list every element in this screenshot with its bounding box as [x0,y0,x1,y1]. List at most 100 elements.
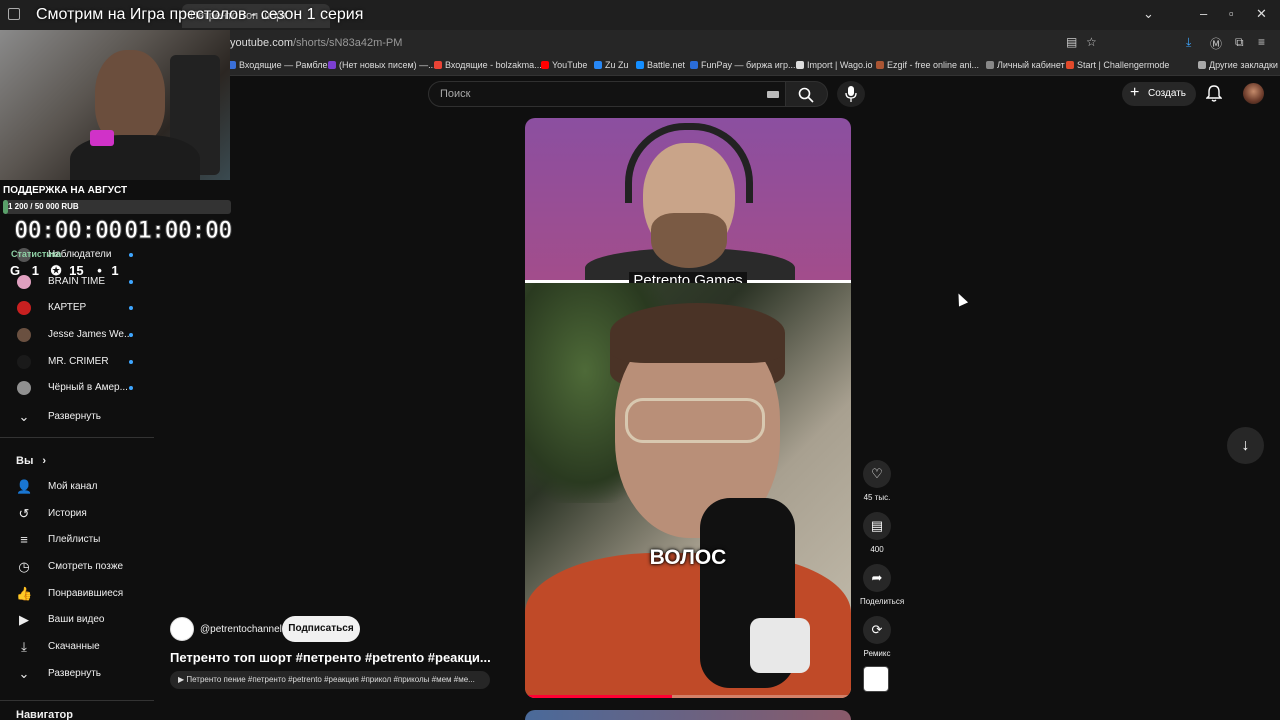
video-title[interactable]: Петренто топ шорт #петренто #petrento #р… [170,650,490,665]
bookmark-item[interactable]: YouTube [541,60,587,70]
search-icon [798,87,814,103]
channel-avatar-icon [17,355,31,369]
share-label: Поделиться [860,597,905,606]
next-video-button[interactable]: ↓ [1227,427,1264,464]
sidebar-expand-button-2[interactable]: ⌄ Развернуть [0,661,154,687]
stats-kill-icon: ✪ [50,263,62,278]
remix-action[interactable]: ⟳ Ремикс [860,616,894,658]
search-button[interactable] [786,81,828,107]
bookmark-item[interactable]: Входящие - bolzakma... [434,60,542,70]
bookmark-item[interactable]: Import | Wago.io [796,60,873,70]
sidebar-subscription-item[interactable]: Чёрный в Амер... [0,375,154,401]
chevron-down-icon: ⌄ [18,409,30,424]
download-icon[interactable]: ⤓ [1186,35,1191,50]
mouse-cursor-icon [953,291,969,307]
stats-row: G 1 ✪ 15 • 1 [10,263,119,279]
bookmark-favicon-icon [594,61,602,69]
notifications-button[interactable] [1205,85,1223,108]
menu-icon[interactable]: ≡ [1258,35,1265,49]
sidebar-item-label: Развернуть [48,411,102,422]
bookmark-item[interactable]: Ezgif - free online ani... [876,60,979,70]
reader-mode-icon[interactable]: ▤ [1066,35,1077,49]
channel-avatar[interactable] [170,617,194,641]
bookmark-item[interactable]: Start | Challengermode [1066,60,1169,70]
tab-list-icon[interactable] [8,8,20,20]
close-icon[interactable]: ✕ [1256,6,1267,22]
sidebar-subscription-item[interactable]: Jesse James We... [0,322,154,348]
bookmark-item[interactable]: Battle.net [636,60,685,70]
like-action[interactable]: ♡ 45 тыс. [860,460,894,502]
bookmark-label: (Нет новых писем) —... [339,60,436,70]
bookmark-item[interactable]: Zu Zu [594,60,629,70]
bookmark-item[interactable]: Другие закладки [1198,60,1278,70]
bookmark-star-icon[interactable]: ☆ [1086,35,1097,49]
search-box[interactable]: Поиск [428,81,786,107]
url-path: /shorts/sN83a42m-PM [292,37,403,49]
liked-icon: 👍 [16,586,33,601]
bookmark-label: Ezgif - free online ani... [887,60,980,70]
comment-action[interactable]: ▤ 400 [860,512,894,554]
bookmark-item[interactable]: FunPay — биржа игр... [690,60,796,70]
sound-thumbnail[interactable] [863,666,889,692]
bookmark-item[interactable]: (Нет новых писем) —... [328,60,436,70]
history-icon: ↺ [18,506,30,521]
sidebar-item[interactable]: ⤓ Скачанные [0,634,154,660]
sidebar-item[interactable]: ◷ Смотреть позже [0,554,154,580]
bookmark-item[interactable]: Входящие — Рамбле... [228,60,335,70]
minimize-icon[interactable]: – [1200,6,1207,21]
sidebar-item-label: История [48,508,87,519]
create-button[interactable]: + Создать [1122,82,1196,106]
search-placeholder: Поиск [440,88,471,100]
next-short-preview[interactable] [525,710,851,720]
url-field[interactable]: youtube.com/shorts/sN83a42m-PM [230,37,402,49]
share-action[interactable]: ➦ Поделиться [860,564,905,606]
plus-icon: + [1130,84,1140,101]
sidebar-subscription-item[interactable]: КАРТЕР [0,295,154,321]
bell-icon [1205,85,1223,102]
tab-search-icon[interactable]: ⌄ [1143,6,1154,22]
comment-icon[interactable]: ▤ [863,512,891,540]
maximize-icon[interactable]: ▫ [1229,6,1234,21]
stats-g: G [10,263,21,278]
bookmark-favicon-icon [690,61,698,69]
bookmark-favicon-icon [986,61,994,69]
sidebar-item[interactable]: 👤 Мой канал [0,474,154,500]
like-icon[interactable]: ♡ [863,460,891,488]
my-channel-icon: 👤 [16,479,33,494]
live-dot-icon [129,386,133,390]
sidebar-item[interactable]: ▶ Ваши видео [0,607,154,633]
sidebar-subscription-item[interactable]: MR. CRIMER [0,349,154,375]
url-host: youtube.com [230,37,293,49]
user-avatar[interactable] [1243,83,1264,104]
live-dot-icon [129,280,133,284]
sidebar-item[interactable]: ≡ Плейлисты [0,527,154,553]
bookmark-favicon-icon [636,61,644,69]
live-dot-icon [129,360,133,364]
sidebar-item[interactable]: ↺ История [0,501,154,527]
profile-m-icon[interactable]: Ⓜ [1210,35,1222,52]
voice-search-button[interactable] [837,81,865,107]
keyboard-icon[interactable] [767,91,779,98]
sidebar-item-label: Скачанные [48,641,100,652]
stats-last: 1 [111,263,119,278]
bookmark-label: Личный кабинет [997,60,1065,70]
chevron-down-icon: ⌄ [18,666,30,681]
channel-handle[interactable]: @petrentochannel [200,624,282,635]
sidebar-item-label: Чёрный в Амер... [48,382,128,393]
like-count: 45 тыс. [863,493,891,502]
video-progress-fill [525,695,672,698]
sidebar-you-header[interactable]: Вы › [16,455,46,467]
short-video-player[interactable]: Petrento Games ВОЛОС [525,118,851,698]
extensions-icon[interactable]: ⧉ [1235,35,1244,50]
bookmark-item[interactable]: Личный кабинет [986,60,1065,70]
remix-icon[interactable]: ⟳ [863,616,891,644]
subscribe-button[interactable]: Подписаться [282,616,360,642]
stats-death-icon: • [97,263,102,278]
downloads-icon: ⤓ [21,639,27,654]
video-progress-bar[interactable] [525,695,851,698]
music-pill[interactable]: ▶ Петренто пение #петренто #petrento #ре… [170,671,490,689]
sidebar-item[interactable]: 👍 Понравившиеся [0,581,154,607]
share-icon[interactable]: ➦ [863,564,891,592]
sidebar-expand-button[interactable]: ⌄ Развернуть [0,404,154,430]
support-goal-bar: 1 200 / 50 000 RUB [3,200,231,214]
